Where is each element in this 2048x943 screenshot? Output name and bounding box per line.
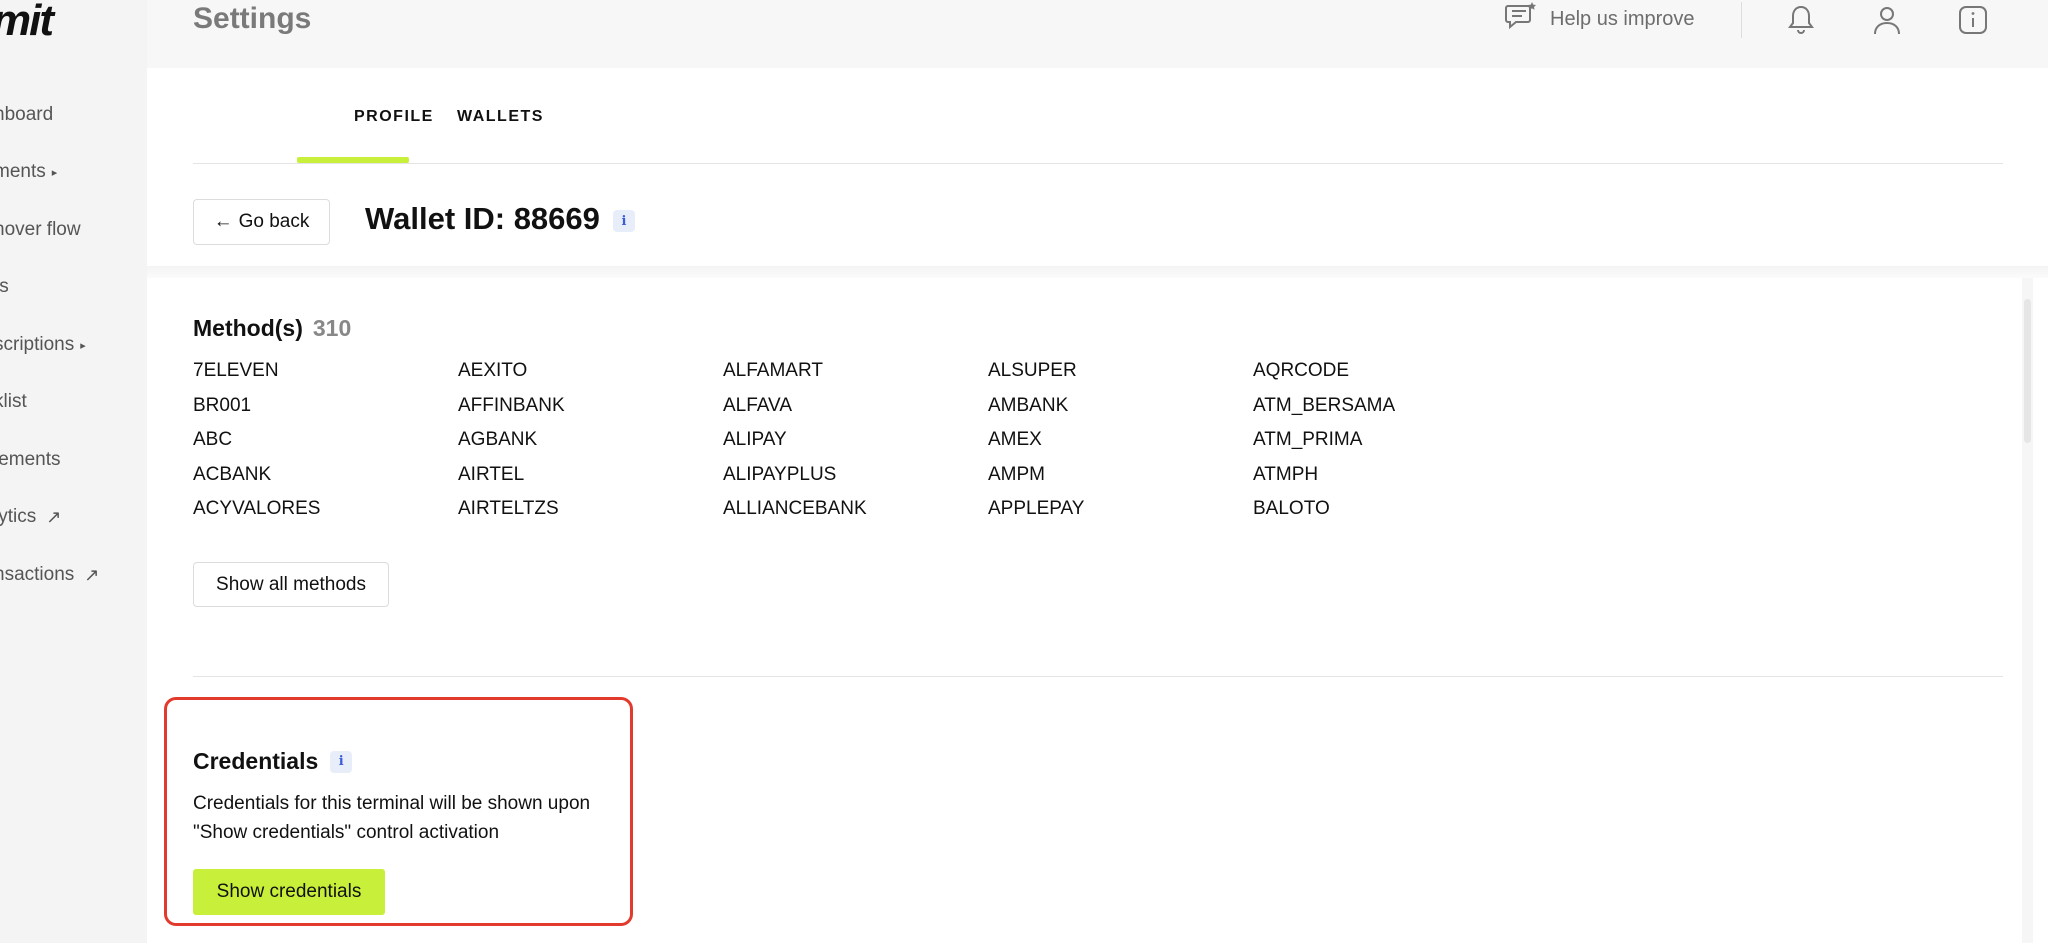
feedback-chat-icon (1504, 0, 1538, 38)
help-us-improve-label: Help us improve (1550, 7, 1695, 30)
show-all-methods-button[interactable]: Show all methods (193, 562, 389, 607)
credentials-description: Credentials for this terminal will be sh… (193, 793, 591, 843)
sidebar-item-subscriptions[interactable]: scriptions ▸ (0, 330, 86, 360)
external-link-icon: ↗ (46, 506, 62, 527)
bell-icon[interactable] (1783, 2, 1819, 38)
method-item: ALLIANCEBANK (723, 498, 867, 519)
active-tab-indicator (297, 157, 409, 163)
sidebar-item-label: nsactions (0, 564, 75, 585)
show-credentials-button[interactable]: Show credentials (193, 869, 385, 915)
sidebar-item-label: nover flow (0, 219, 81, 240)
go-back-button[interactable]: ← Go back (193, 199, 330, 245)
method-item: BR001 (193, 394, 252, 416)
go-back-label: Go back (238, 211, 310, 232)
method-item: 7ELEVEN (193, 360, 279, 381)
user-icon[interactable] (1869, 2, 1905, 38)
sidebar-item-reports[interactable]: ts (0, 272, 9, 302)
method-item: ATMPH (1253, 463, 1319, 485)
method-item: ALIPAY (723, 429, 787, 450)
header-divider (1741, 2, 1742, 38)
sidebar-item-label: klist (0, 391, 27, 412)
method-item: AEXITO (458, 360, 528, 381)
method-item: AIRTEL (458, 463, 525, 485)
sidebar-item-settlements[interactable]: lements (0, 445, 61, 475)
method-item: AMPM (988, 463, 1045, 485)
credentials-title: Credentials (193, 748, 319, 774)
sidebar-item-transactions[interactable]: nsactions ↗ (0, 560, 99, 590)
sidebar-item-payments[interactable]: ments ▸ (0, 157, 57, 187)
brand-logo[interactable]: mit (0, 0, 54, 46)
external-link-icon: ↗ (84, 564, 100, 585)
method-item: ALSUPER (988, 360, 1077, 381)
sidebar-item-label: lytics (0, 506, 37, 527)
sidebar-item-label: lements (0, 449, 61, 470)
sidebar-item-blacklist[interactable]: klist (0, 387, 27, 417)
method-item: ACBANK (193, 463, 272, 485)
method-item: ALIPAYPLUS (723, 463, 837, 485)
tab-profile[interactable]: PROFILE (354, 108, 434, 126)
method-item: AQRCODE (1253, 360, 1350, 381)
method-item: ABC (193, 429, 233, 450)
top-header: Settings Help us improve (147, 0, 2048, 68)
settings-content: PROFILE WALLETS ← Go back Wallet ID: 886… (147, 68, 2048, 943)
settings-tabs: PROFILE WALLETS (193, 68, 2003, 164)
method-item: ATM_PRIMA (1253, 429, 1363, 450)
method-item: AFFINBANK (458, 394, 565, 416)
wallet-title: Wallet ID: 88669 (365, 201, 600, 236)
sidebar-item-dashboard[interactable]: nboard (0, 100, 53, 130)
caret-right-icon: ▸ (51, 166, 58, 179)
help-us-improve-button[interactable]: Help us improve (1504, 0, 1695, 38)
sidebar-item-label: ts (0, 276, 9, 297)
sidebar-item-analytics[interactable]: lytics ↗ (0, 502, 61, 532)
sidebar: mit nboard ments ▸ nover flow ts scripti… (0, 0, 147, 943)
method-item: AMBANK (988, 394, 1069, 416)
method-item: AGBANK (458, 429, 538, 450)
caret-right-icon: ▸ (80, 339, 86, 352)
method-item: APPLEPAY (988, 498, 1085, 519)
method-item: ATM_BERSAMA (1253, 394, 1396, 416)
method-item: AMEX (988, 429, 1042, 450)
credentials-heading: Credentials i (193, 748, 353, 775)
method-item: ALFAMART (723, 360, 823, 381)
info-icon[interactable]: i (613, 210, 635, 232)
info-icon[interactable] (1955, 2, 1991, 38)
arrow-left-icon: ← (213, 211, 233, 232)
section-band (147, 266, 2048, 278)
tab-wallets[interactable]: WALLETS (457, 108, 544, 126)
info-icon[interactable]: i (330, 750, 353, 773)
sidebar-item-turnover-flow[interactable]: nover flow (0, 215, 81, 245)
methods-list: 7ELEVEN AEXITO ALFAMART ALSUPER AQRCODE BR001… (193, 360, 1518, 533)
page-title: Settings (193, 2, 312, 35)
sidebar-item-label: scriptions (0, 334, 75, 355)
method-item: ALFAVA (723, 394, 792, 416)
method-item: ACYVALORES (193, 498, 321, 519)
section-divider (193, 676, 2003, 677)
method-item: BALOTO (1253, 498, 1330, 519)
methods-heading: Method(s) 310 (193, 315, 351, 342)
method-item: AIRTELTZS (458, 498, 559, 519)
methods-count: 310 (312, 315, 352, 341)
methods-title: Method(s) (193, 315, 303, 341)
scrollbar-thumb[interactable] (2024, 299, 2031, 443)
sidebar-item-label: ments (0, 161, 46, 182)
sidebar-item-label: nboard (0, 104, 54, 125)
